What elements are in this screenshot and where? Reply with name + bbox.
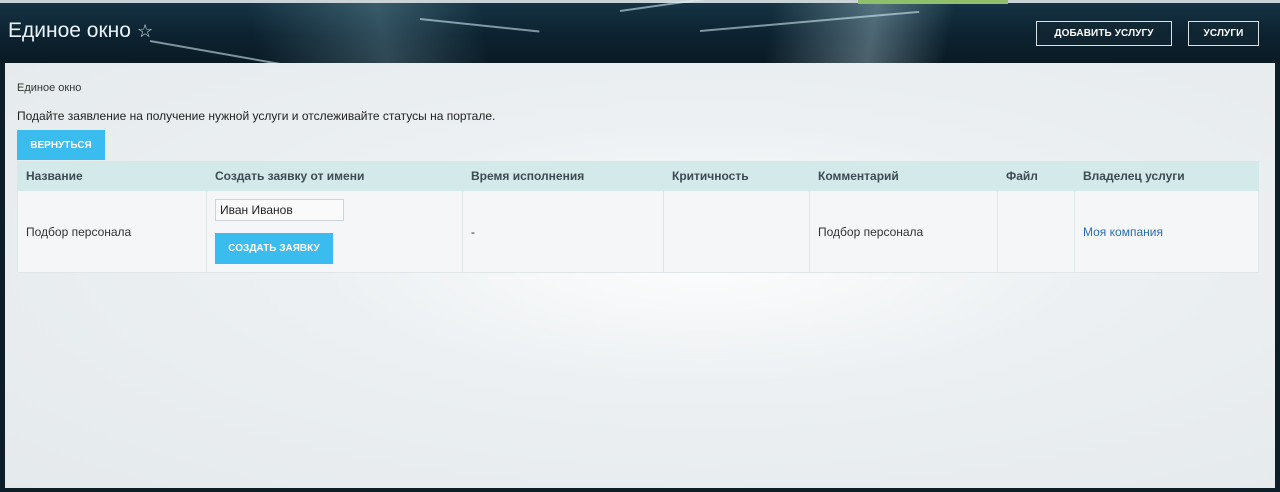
cell-owner: Моя компания [1074, 190, 1259, 273]
cell-service-name: Подбор персонала [17, 190, 207, 273]
content-panel: Единое окно Подайте заявление на получен… [5, 63, 1275, 488]
bottom-divider [0, 488, 1280, 492]
light-streak [699, 10, 920, 32]
column-header-comment: Комментарий [809, 161, 998, 191]
column-header-file: Файл [997, 161, 1075, 191]
cell-applicant: СОЗДАТЬ ЗАЯВКУ [206, 190, 463, 273]
column-header-name: Название [17, 161, 207, 191]
owner-link[interactable]: Моя компания [1083, 225, 1163, 239]
services-table: Название Создать заявку от имени Время и… [17, 161, 1259, 273]
page-title-text: Единое окно [8, 19, 131, 42]
light-streak [149, 40, 308, 64]
light-streak [419, 18, 540, 33]
add-service-button[interactable]: ДОБАВИТЬ УСЛУГУ [1036, 21, 1172, 46]
top-accent-bar [858, 0, 1008, 4]
cell-file [997, 190, 1075, 273]
page-title: Единое окно ☆ [8, 19, 153, 43]
cell-comment: Подбор персонала [809, 190, 998, 273]
top-divider [0, 0, 1280, 3]
column-header-owner: Владелец услуги [1074, 161, 1259, 191]
applicant-input[interactable] [215, 199, 344, 221]
column-header-execution-time: Время исполнения [462, 161, 664, 191]
back-button[interactable]: ВЕРНУТЬСЯ [17, 130, 105, 160]
cell-execution-time: - [462, 190, 664, 273]
column-header-applicant: Создать заявку от имени [206, 161, 463, 191]
cell-criticality [663, 190, 810, 273]
column-header-criticality: Критичность [663, 161, 810, 191]
breadcrumb: Единое окно [17, 82, 82, 94]
table-row: Подбор персонала СОЗДАТЬ ЗАЯВКУ - Подбор… [17, 190, 1259, 273]
table-header-row: Название Создать заявку от имени Время и… [17, 161, 1259, 191]
create-request-button[interactable]: СОЗДАТЬ ЗАЯВКУ [215, 233, 333, 264]
services-button[interactable]: УСЛУГИ [1188, 21, 1259, 46]
header-banner: Единое окно ☆ ДОБАВИТЬ УСЛУГУ УСЛУГИ [0, 0, 1280, 64]
page-description: Подайте заявление на получение нужной ус… [17, 109, 496, 123]
star-outline-icon[interactable]: ☆ [137, 21, 153, 42]
